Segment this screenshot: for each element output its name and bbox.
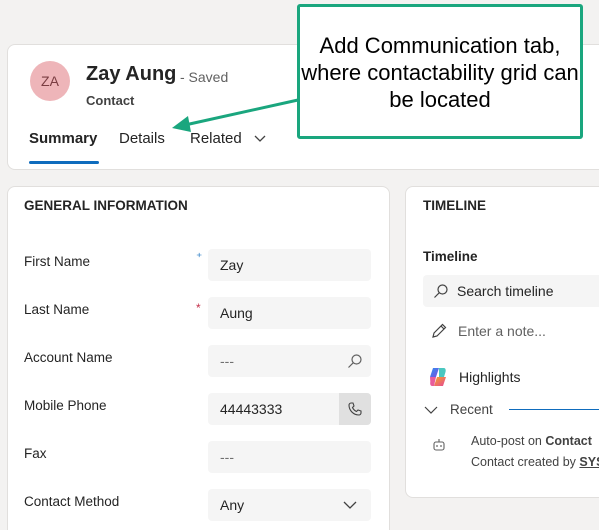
contact-method-value: Any [220,497,245,513]
highlights-button[interactable]: Highlights [427,366,520,388]
recommended-indicator: ⁺ [196,250,203,264]
annotation-callout: Add Communication tab, where contactabil… [297,4,583,139]
tab-related-label: Related [190,130,242,147]
required-indicator: * [196,301,201,315]
tab-related[interactable]: Related [190,130,266,147]
account-name-value: --- [220,353,234,369]
account-name-lookup[interactable]: --- [208,345,371,377]
avatar: ZA [30,61,70,101]
entity-type-label: Contact [86,93,135,108]
recent-label: Recent [450,402,493,417]
mobile-phone-value: 44443333 [220,401,283,417]
callout-text: Add Communication tab, where contactabil… [301,33,579,112]
autopost-entity: Contact [545,434,592,448]
fax-label: Fax [24,446,47,461]
last-name-label: Last Name [24,302,90,317]
account-name-label: Account Name [24,350,113,365]
section-title-timeline: TIMELINE [423,198,486,213]
section-title-general: GENERAL INFORMATION [24,198,188,213]
active-tab-indicator [29,161,99,164]
tab-summary[interactable]: Summary [29,130,97,147]
last-name-field[interactable]: Aung [208,297,371,329]
autopost-title: Auto-post on Contact [471,434,592,448]
bot-icon [433,439,445,451]
first-name-label: First Name [24,254,91,269]
recent-divider [509,409,599,410]
autopost-description: Contact created by SYS [471,455,599,469]
autopost-desc-prefix: Contact created by [471,455,580,469]
fax-field[interactable]: --- [208,441,371,473]
timeline-search-placeholder: Search timeline [457,283,554,299]
contact-method-label: Contact Method [24,494,120,509]
mobile-phone-field[interactable]: 44443333 [208,393,371,425]
first-name-field[interactable]: Zay [208,249,371,281]
tab-details[interactable]: Details [119,130,165,147]
contact-method-select[interactable]: Any [208,489,371,521]
autopost-user-link[interactable]: SYS [579,455,599,469]
highlights-label: Highlights [459,369,521,385]
call-button[interactable] [339,393,371,425]
chevron-down-icon [343,501,357,509]
copilot-icon [430,368,446,386]
chevron-down-icon [254,135,266,142]
mobile-phone-label: Mobile Phone [24,398,107,413]
search-icon [434,284,448,298]
timeline-search-input[interactable]: Search timeline [423,275,599,307]
saved-status: - Saved [180,69,229,85]
autopost-prefix: Auto-post on [471,434,546,448]
record-title: Zay Aung [86,63,177,85]
search-icon[interactable] [347,353,363,369]
first-name-value: Zay [220,257,244,273]
pencil-icon [432,323,447,338]
recent-group-toggle[interactable]: Recent [424,402,493,417]
phone-icon [348,402,362,416]
chevron-down-icon [424,406,438,414]
timeline-subtitle: Timeline [423,249,478,264]
fax-value: --- [220,449,234,465]
last-name-value: Aung [220,305,253,321]
enter-note-input[interactable]: Enter a note... [430,322,546,340]
note-placeholder: Enter a note... [458,323,546,339]
